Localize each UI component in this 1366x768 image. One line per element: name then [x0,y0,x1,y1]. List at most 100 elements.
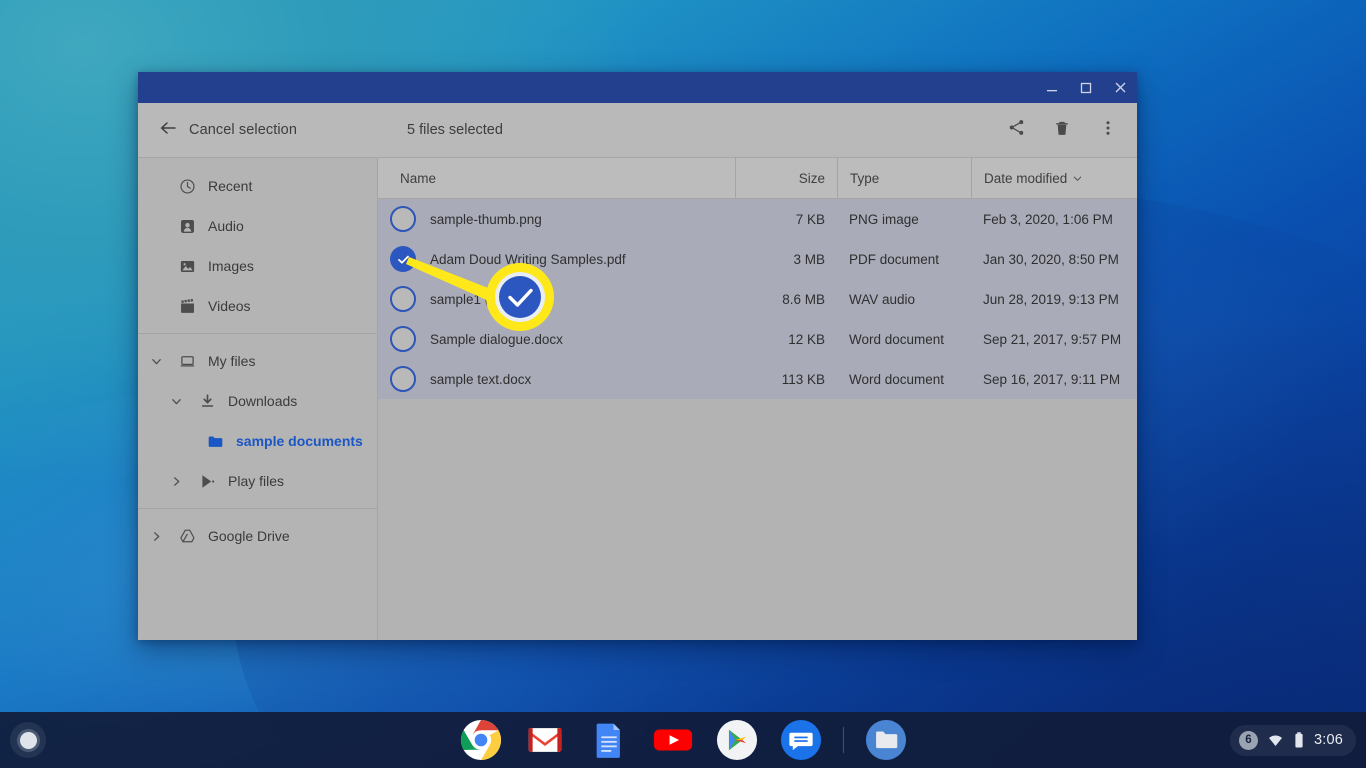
sidebar-item-audio[interactable]: Audio [138,206,377,246]
chevron-right-icon[interactable] [166,476,186,487]
file-name-cell: sample text.docx [378,366,735,392]
row-checkbox[interactable] [390,286,416,312]
cancel-selection-button[interactable]: Cancel selection [150,112,305,149]
sidebar-item-label: Recent [208,178,253,194]
shelf-app-messages[interactable] [779,718,823,762]
play-store-icon [716,719,757,761]
table-row[interactable]: Sample dialogue.docx 12 KB Word document… [378,319,1137,359]
row-checkbox-checked[interactable] [390,246,416,272]
image-icon [178,257,196,275]
sidebar-item-images[interactable]: Images [138,246,377,286]
file-name-cell: Sample dialogue.docx [378,326,735,352]
battery-icon[interactable] [1293,731,1305,749]
sidebar-item-videos[interactable]: Videos [138,286,377,326]
clock-icon [178,177,196,195]
file-list: Name Size Type Date modified sample-thum… [378,157,1137,640]
column-header-date-modified[interactable]: Date modified [971,157,1137,199]
more-vertical-icon [1099,119,1117,142]
file-date-cell: Feb 3, 2020, 1:06 PM [983,211,1113,227]
row-checkbox[interactable] [390,366,416,392]
audio-icon [178,217,196,235]
files-icon [865,719,906,761]
column-header-name[interactable]: Name [378,158,735,199]
file-type-cell: Word document [849,331,945,347]
row-checkbox[interactable] [390,326,416,352]
table-row[interactable]: Adam Doud Writing Samples.pdf 3 MB PDF d… [378,239,1137,279]
share-button[interactable] [1001,115,1031,145]
sidebar-item-recent[interactable]: Recent [138,166,377,206]
file-type-cell: PDF document [849,251,940,267]
sidebar-item-google-drive[interactable]: Google Drive [138,516,377,556]
column-header-size[interactable]: Size [735,157,837,199]
sidebar-item-label: Images [208,258,254,274]
docs-icon [596,723,620,758]
folder-icon [206,432,224,450]
window-body: Recent Audio Images Videos My files Down… [138,157,1137,640]
shelf-app-list [459,718,908,762]
table-row[interactable]: sample1 (1 8.6 MB WAV audio Jun 28, 2019… [378,279,1137,319]
row-checkbox[interactable] [390,206,416,232]
launcher-button[interactable] [10,722,46,758]
selection-count-label: 5 files selected [407,122,503,138]
file-type-cell: Word document [849,371,945,387]
sidebar: Recent Audio Images Videos My files Down… [138,158,378,640]
delete-button[interactable] [1047,115,1077,145]
chevron-right-icon[interactable] [146,531,166,542]
sort-descending-icon [1073,171,1082,186]
wifi-icon[interactable] [1267,732,1284,749]
file-size-cell: 113 KB [781,371,825,387]
sidebar-item-label: Downloads [228,393,298,409]
table-row[interactable]: sample-thumb.png 7 KB PNG image Feb 3, 2… [378,199,1137,239]
file-name-label: Adam Doud Writing Samples.pdf [430,251,626,267]
sidebar-item-label: My files [208,353,256,369]
more-options-button[interactable] [1093,115,1123,145]
file-date-cell: Jun 28, 2019, 9:13 PM [983,291,1119,307]
shelf-app-files[interactable] [864,718,908,762]
shelf-app-youtube[interactable] [651,718,695,762]
file-name-label: sample text.docx [430,371,532,387]
sidebar-item-downloads[interactable]: Downloads [138,381,377,421]
minimize-button[interactable] [1035,72,1069,103]
file-name-label: sample1 (1 [430,291,497,307]
sidebar-item-play-files[interactable]: Play files [138,461,377,501]
chevron-down-icon[interactable] [146,356,166,367]
video-icon [178,297,196,315]
shelf: 6 3:06 [0,712,1366,768]
file-list-empty-area[interactable] [378,399,1137,640]
close-button[interactable] [1103,72,1137,103]
file-name-cell: sample1 (1 [378,286,735,312]
sidebar-item-my-files[interactable]: My files [138,341,377,381]
shelf-app-docs[interactable] [587,718,631,762]
sidebar-item-label: Audio [208,218,244,234]
file-date-cell: Jan 30, 2020, 8:50 PM [983,251,1119,267]
file-size-cell: 3 MB [793,251,825,267]
system-tray[interactable]: 6 3:06 [1229,724,1356,756]
sidebar-item-sample-documents[interactable]: sample documents [138,421,377,461]
notification-count-badge[interactable]: 6 [1238,730,1258,750]
shelf-app-chrome[interactable] [459,718,503,762]
laptop-icon [178,352,196,370]
file-date-cell: Sep 21, 2017, 9:57 PM [983,331,1122,347]
back-arrow-icon [158,118,178,143]
launcher-icon [19,731,37,749]
shelf-app-gmail[interactable] [523,718,567,762]
toolbar-actions [1001,115,1123,145]
file-name-label: Sample dialogue.docx [430,331,563,347]
messages-icon [780,719,821,761]
cancel-selection-label: Cancel selection [189,122,297,138]
table-row[interactable]: sample text.docx 113 KB Word document Se… [378,359,1137,399]
file-size-cell: 8.6 MB [782,291,825,307]
chevron-down-icon[interactable] [166,396,186,407]
column-header-date-label: Date modified [984,170,1068,186]
sidebar-item-label: sample documents [236,433,363,449]
window-titlebar[interactable] [138,72,1137,103]
shelf-app-play-store[interactable] [715,718,759,762]
sidebar-item-label: Google Drive [208,528,290,544]
file-size-cell: 7 KB [795,211,825,227]
maximize-button[interactable] [1069,72,1103,103]
file-name-cell: sample-thumb.png [378,206,735,232]
column-header-type[interactable]: Type [837,157,971,199]
clock-label[interactable]: 3:06 [1314,732,1343,748]
file-name-cell: Adam Doud Writing Samples.pdf [378,246,735,272]
selection-toolbar: Cancel selection 5 files selected [138,103,1137,158]
